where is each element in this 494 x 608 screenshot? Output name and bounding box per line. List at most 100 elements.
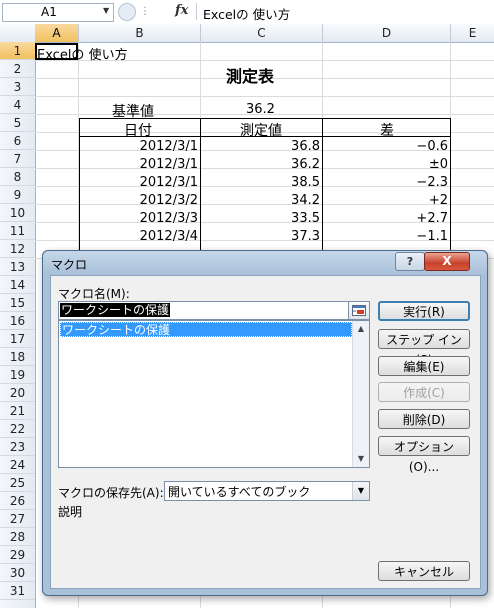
column-header-d[interactable]: D bbox=[323, 24, 451, 42]
range-select-button[interactable] bbox=[348, 301, 370, 320]
chevron-down-icon[interactable]: ▼ bbox=[103, 6, 109, 15]
table-cell-date[interactable]: 2012/3/1 bbox=[80, 157, 198, 172]
name-box[interactable]: A1 ▼ bbox=[2, 3, 114, 22]
row-header[interactable]: 4 bbox=[0, 96, 35, 114]
table-border bbox=[450, 118, 451, 250]
table-cell-value[interactable]: 36.2 bbox=[201, 157, 320, 172]
formula-input[interactable]: Excelの 使い方 bbox=[196, 3, 493, 22]
row-headers: 1 2 3 4 5 6 7 8 9 10 11 12 13 14 15 16 1… bbox=[0, 42, 36, 608]
row-header[interactable]: 7 bbox=[0, 150, 35, 168]
table-header-diff[interactable]: 差 bbox=[380, 120, 394, 140]
macro-dialog: マクロ ? X マクロ名(M): ワークシートの保護 ワークシートの保護 ▲ ▼… bbox=[42, 250, 488, 596]
row-header[interactable]: 15 bbox=[0, 294, 35, 312]
row-header[interactable]: 6 bbox=[0, 132, 35, 150]
name-box-value: A1 bbox=[41, 5, 57, 19]
row-header[interactable]: 29 bbox=[0, 546, 35, 564]
row-header[interactable]: 19 bbox=[0, 366, 35, 384]
dialog-titlebar[interactable]: マクロ ? X bbox=[43, 251, 487, 275]
gridline bbox=[35, 96, 494, 97]
table-cell-date[interactable]: 2012/3/1 bbox=[80, 139, 198, 154]
row-header[interactable]: 31 bbox=[0, 582, 35, 600]
table-cell-diff[interactable]: −0.6 bbox=[323, 139, 448, 154]
row-header[interactable]: 3 bbox=[0, 78, 35, 96]
table-cell-date[interactable]: 2012/3/3 bbox=[80, 211, 198, 226]
options-button[interactable]: オプション(O)... bbox=[378, 436, 470, 474]
formula-bar: A1 ▼ ⋮ fx Excelの 使い方 bbox=[0, 0, 494, 25]
row-header[interactable]: 10 bbox=[0, 204, 35, 222]
row-header[interactable]: 27 bbox=[0, 510, 35, 528]
delete-button[interactable]: 削除(D) bbox=[378, 409, 470, 429]
chevron-down-icon[interactable]: ▼ bbox=[352, 482, 369, 500]
column-header-a[interactable]: A bbox=[35, 24, 79, 42]
formula-text: Excelの 使い方 bbox=[203, 7, 291, 22]
row-header[interactable]: 26 bbox=[0, 492, 35, 510]
store-location-label: マクロの保存先(A): bbox=[58, 486, 164, 500]
collapse-dialog-icon bbox=[352, 305, 366, 316]
list-scrollbar[interactable]: ▲ ▼ bbox=[352, 321, 369, 467]
table-cell-diff[interactable]: +2 bbox=[323, 193, 448, 208]
table-header-value[interactable]: 測定値 bbox=[240, 120, 282, 140]
row-header[interactable]: 2 bbox=[0, 60, 35, 78]
row-header[interactable]: 22 bbox=[0, 420, 35, 438]
table-cell-value[interactable]: 34.2 bbox=[201, 193, 320, 208]
table-cell-date[interactable]: 2012/3/1 bbox=[80, 175, 198, 190]
scroll-up-icon[interactable]: ▲ bbox=[353, 321, 369, 337]
row-header[interactable]: 8 bbox=[0, 168, 35, 186]
table-header-date[interactable]: 日付 bbox=[124, 120, 152, 140]
column-headers: A B C D E bbox=[0, 24, 494, 43]
row-header[interactable]: 14 bbox=[0, 276, 35, 294]
table-cell-value[interactable]: 36.8 bbox=[201, 139, 320, 154]
macro-name-input[interactable]: ワークシートの保護 bbox=[58, 301, 349, 320]
table-cell-date[interactable]: 2012/3/4 bbox=[80, 229, 198, 244]
row-header[interactable]: 20 bbox=[0, 384, 35, 402]
cancel-button[interactable]: キャンセル bbox=[378, 561, 470, 581]
table-cell-diff[interactable]: −1.1 bbox=[323, 229, 448, 244]
row-header[interactable]: 9 bbox=[0, 186, 35, 204]
row-header[interactable]: 11 bbox=[0, 222, 35, 240]
row-header[interactable]: 30 bbox=[0, 564, 35, 582]
table-cell-value[interactable]: 38.5 bbox=[201, 175, 320, 190]
row-header[interactable]: 16 bbox=[0, 312, 35, 330]
table-cell-diff[interactable]: ±0 bbox=[323, 157, 448, 172]
row-header[interactable]: 23 bbox=[0, 438, 35, 456]
row-header[interactable]: 25 bbox=[0, 474, 35, 492]
store-location-value: 開いているすべてのブック bbox=[168, 485, 311, 499]
table-cell-value[interactable]: 37.3 bbox=[201, 229, 320, 244]
macro-list[interactable]: ワークシートの保護 ▲ ▼ bbox=[58, 320, 370, 468]
description-label: 説明 bbox=[58, 505, 83, 519]
row-header[interactable]: 18 bbox=[0, 348, 35, 366]
row-header[interactable]: 24 bbox=[0, 456, 35, 474]
column-header-e[interactable]: E bbox=[451, 24, 494, 42]
scroll-down-icon[interactable]: ▼ bbox=[353, 451, 369, 467]
row-header[interactable]: 17 bbox=[0, 330, 35, 348]
dialog-title: マクロ bbox=[51, 258, 88, 272]
row-header[interactable]: 13 bbox=[0, 258, 35, 276]
store-location-select[interactable]: 開いているすべてのブック ▼ bbox=[164, 481, 370, 501]
macro-name-label: マクロ名(M): bbox=[58, 287, 130, 301]
base-value[interactable]: 36.2 bbox=[246, 102, 275, 117]
formula-bar-splitter-icon[interactable]: ⋮ bbox=[140, 4, 150, 20]
row-header[interactable]: 12 bbox=[0, 240, 35, 258]
sheet-title[interactable]: 測定表 bbox=[226, 63, 274, 87]
table-cell-diff[interactable]: −2.3 bbox=[323, 175, 448, 190]
row-header[interactable]: 5 bbox=[0, 114, 35, 132]
edit-button[interactable]: 編集(E) bbox=[378, 356, 470, 376]
table-cell-date[interactable]: 2012/3/2 bbox=[80, 193, 198, 208]
table-border bbox=[79, 118, 451, 119]
column-header-c[interactable]: C bbox=[201, 24, 323, 42]
table-cell-value[interactable]: 33.5 bbox=[201, 211, 320, 226]
macro-list-item[interactable]: ワークシートの保護 bbox=[60, 322, 352, 337]
close-button[interactable]: X bbox=[424, 252, 470, 271]
row-header[interactable]: 28 bbox=[0, 528, 35, 546]
table-cell-diff[interactable]: +2.7 bbox=[323, 211, 448, 226]
create-button[interactable]: 作成(C) bbox=[378, 382, 470, 402]
step-in-button[interactable]: ステップ イン(S) bbox=[378, 329, 470, 367]
active-cell-outline bbox=[35, 43, 78, 60]
row-header[interactable]: 21 bbox=[0, 402, 35, 420]
row-header[interactable]: 1 bbox=[0, 42, 35, 60]
help-button[interactable]: ? bbox=[395, 252, 425, 271]
column-header-b[interactable]: B bbox=[79, 24, 201, 42]
insert-function-icon[interactable]: fx bbox=[175, 3, 188, 18]
run-button[interactable]: 実行(R) bbox=[378, 301, 470, 321]
macro-name-value: ワークシートの保護 bbox=[60, 303, 171, 317]
